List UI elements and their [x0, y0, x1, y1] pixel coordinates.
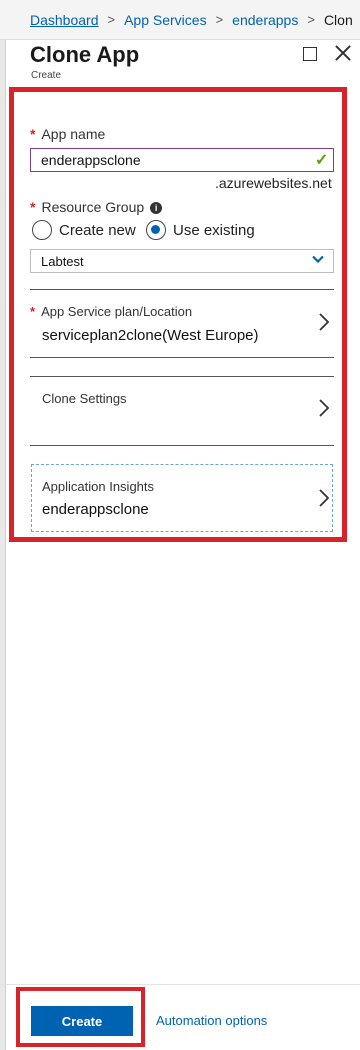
highlight-frame-form	[9, 87, 347, 542]
blade-left-edge	[0, 40, 6, 1050]
automation-options-link[interactable]: Automation options	[156, 1013, 267, 1028]
breadcrumb-app-services[interactable]: App Services	[124, 12, 206, 28]
chevron-right-icon: >	[307, 12, 315, 27]
chevron-right-icon: >	[107, 12, 116, 27]
breadcrumb-clone: Clon	[323, 11, 353, 28]
chevron-right-icon: >	[215, 12, 224, 27]
close-icon[interactable]	[333, 43, 353, 63]
blade-subtitle: Create	[31, 70, 62, 81]
maximize-icon[interactable]	[303, 47, 317, 61]
highlight-frame-create	[16, 987, 145, 1047]
breadcrumb-enderapps[interactable]: enderapps	[232, 12, 298, 28]
breadcrumb-dashboard[interactable]: Dashboard	[30, 12, 99, 28]
footer-divider	[0, 984, 360, 985]
blade-title: Clone App	[30, 42, 140, 67]
clone-app-page: Dashboard > App Services > enderapps > C…	[0, 0, 360, 1050]
breadcrumb: Dashboard > App Services > enderapps > C…	[0, 0, 360, 40]
